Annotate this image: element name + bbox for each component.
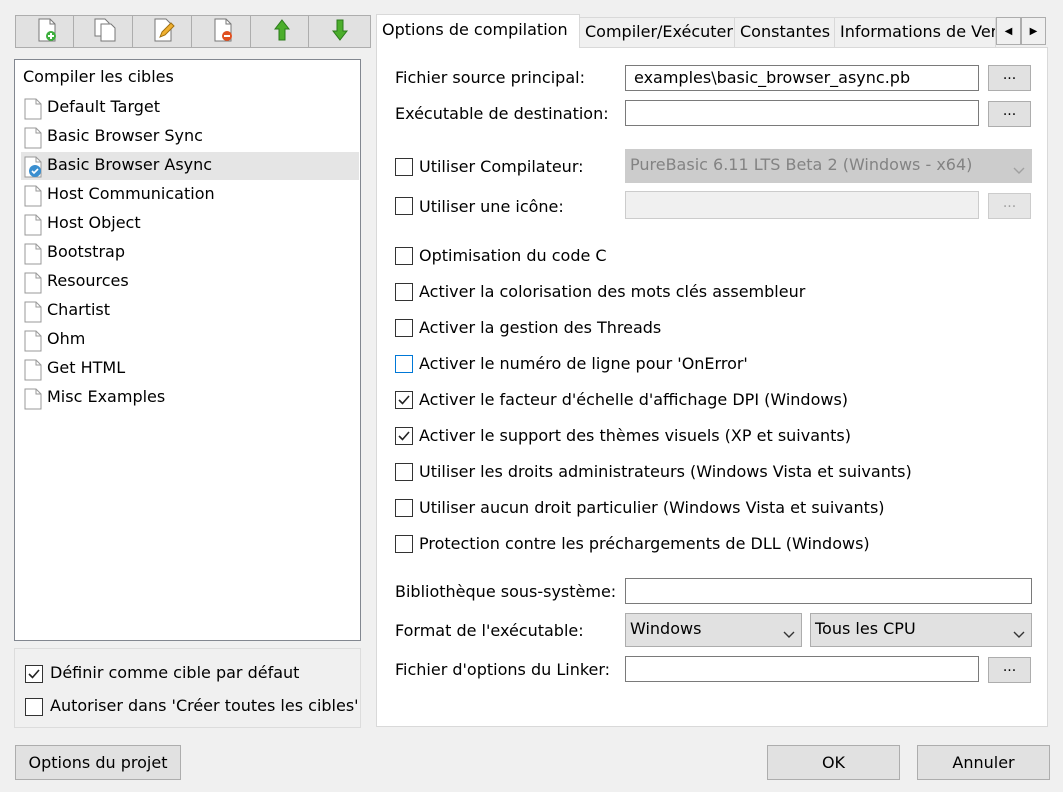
target-item-basic-browser-sync[interactable]: Basic Browser Sync bbox=[21, 123, 359, 151]
check-icon bbox=[398, 395, 410, 405]
move-down-icon bbox=[331, 18, 348, 46]
tab-compile-options[interactable]: Options de compilation bbox=[376, 14, 580, 48]
use-compiler-label: Utiliser Compilateur: bbox=[419, 157, 584, 176]
allow-build-all-label: Autoriser dans 'Créer toutes les cibles' bbox=[50, 696, 359, 715]
tab-version-info[interactable]: Informations de Version bbox=[834, 17, 996, 47]
target-item-resources[interactable]: Resources bbox=[21, 268, 359, 296]
option-user-mode-checkbox[interactable] bbox=[395, 499, 413, 517]
document-icon bbox=[24, 272, 42, 298]
arrow-right-icon: ▶ bbox=[1029, 25, 1038, 37]
arrow-left-icon: ◀ bbox=[1004, 25, 1013, 37]
check-icon bbox=[398, 431, 410, 441]
copy-target-button[interactable] bbox=[73, 15, 136, 48]
option-onerror-line-label: Activer le numéro de ligne pour 'OnError… bbox=[419, 354, 748, 373]
default-target-label: Définir comme cible par défaut bbox=[50, 663, 300, 682]
option-threads-checkbox[interactable] bbox=[395, 319, 413, 337]
source-file-input[interactable]: examples\basic_browser_async.pb bbox=[625, 65, 979, 91]
edit-target-icon bbox=[152, 18, 176, 46]
tab-compile-run[interactable]: Compiler/Exécuter bbox=[579, 17, 735, 47]
subsystem-input[interactable] bbox=[625, 578, 1032, 604]
option-dll-protection-checkbox[interactable] bbox=[395, 535, 413, 553]
default-target-checkbox[interactable] bbox=[25, 665, 43, 683]
tab-scroll-right-button[interactable]: ▶ bbox=[1021, 17, 1046, 45]
target-item-get-html[interactable]: Get HTML bbox=[21, 355, 359, 383]
move-up-button[interactable] bbox=[250, 15, 313, 48]
document-icon bbox=[24, 388, 42, 414]
chevron-down-icon bbox=[783, 624, 795, 643]
target-item-bootstrap[interactable]: Bootstrap bbox=[21, 239, 359, 267]
browse-icon-button[interactable]: ... bbox=[988, 193, 1031, 219]
document-icon bbox=[24, 359, 42, 385]
exe-format-select[interactable]: Windows bbox=[625, 613, 802, 647]
document-icon bbox=[24, 185, 42, 211]
target-item-misc-examples[interactable]: Misc Examples bbox=[21, 384, 359, 412]
target-item-basic-browser-async[interactable]: Basic Browser Async bbox=[21, 152, 359, 180]
tab-constants[interactable]: Constantes bbox=[734, 17, 835, 47]
option-dpi-aware-checkbox[interactable] bbox=[395, 391, 413, 409]
target-item-default-target[interactable]: Default Target bbox=[21, 94, 359, 122]
ok-button[interactable]: OK bbox=[767, 745, 900, 780]
new-target-icon bbox=[36, 18, 58, 46]
option-dpi-aware-label: Activer le facteur d'échelle d'affichage… bbox=[419, 390, 849, 409]
output-exe-label: Exécutable de destination: bbox=[395, 104, 609, 123]
option-onerror-line-checkbox[interactable] bbox=[395, 355, 413, 373]
chevron-down-icon bbox=[1013, 160, 1025, 179]
document-icon bbox=[24, 98, 42, 124]
source-file-label: Fichier source principal: bbox=[395, 68, 585, 87]
targets-list-title: Compiler les cibles bbox=[23, 67, 174, 86]
project-options-button[interactable]: Options du projet bbox=[15, 745, 181, 780]
document-icon bbox=[24, 330, 42, 356]
exe-format-label: Format de l'exécutable: bbox=[395, 621, 584, 640]
option-admin-mode-checkbox[interactable] bbox=[395, 463, 413, 481]
new-target-button[interactable] bbox=[15, 15, 78, 48]
option-xp-themes-label: Activer le support des thèmes visuels (X… bbox=[419, 426, 852, 445]
option-xp-themes-checkbox[interactable] bbox=[395, 427, 413, 445]
cancel-button[interactable]: Annuler bbox=[917, 745, 1050, 780]
option-dll-protection-label: Protection contre les préchargements de … bbox=[419, 534, 870, 553]
default-target-icon bbox=[24, 156, 44, 182]
edit-target-button[interactable] bbox=[132, 15, 195, 48]
option-admin-mode-label: Utiliser les droits administrateurs (Win… bbox=[419, 462, 912, 481]
target-item-host-object[interactable]: Host Object bbox=[21, 210, 359, 238]
target-item-ohm[interactable]: Ohm bbox=[21, 326, 359, 354]
move-down-button[interactable] bbox=[308, 15, 371, 48]
option-asm-colorize-checkbox[interactable] bbox=[395, 283, 413, 301]
remove-target-button[interactable] bbox=[191, 15, 254, 48]
copy-target-icon bbox=[93, 18, 117, 46]
option-threads-label: Activer la gestion des Threads bbox=[419, 318, 662, 337]
browse-linker-button[interactable]: ... bbox=[988, 657, 1031, 683]
linker-options-label: Fichier d'options du Linker: bbox=[395, 660, 611, 679]
target-options-group bbox=[14, 648, 361, 728]
browse-source-button[interactable]: ... bbox=[988, 65, 1031, 91]
compiler-select[interactable]: PureBasic 6.11 LTS Beta 2 (Windows - x64… bbox=[625, 149, 1032, 183]
allow-build-all-checkbox[interactable] bbox=[25, 698, 43, 716]
target-item-host-communication[interactable]: Host Communication bbox=[21, 181, 359, 209]
output-exe-input[interactable] bbox=[625, 100, 979, 126]
targets-list[interactable]: Compiler les cibles Default Target Basic… bbox=[14, 59, 361, 641]
use-compiler-checkbox[interactable] bbox=[395, 158, 413, 176]
move-up-icon bbox=[273, 18, 290, 46]
option-user-mode-label: Utiliser aucun droit particulier (Window… bbox=[419, 498, 885, 517]
cpu-select[interactable]: Tous les CPU bbox=[810, 613, 1032, 647]
option-c-optimizer-label: Optimisation du code C bbox=[419, 246, 607, 265]
icon-path-input[interactable] bbox=[625, 191, 979, 219]
subsystem-label: Bibliothèque sous-système: bbox=[395, 582, 617, 601]
target-item-chartist[interactable]: Chartist bbox=[21, 297, 359, 325]
linker-options-input[interactable] bbox=[625, 656, 979, 682]
document-icon bbox=[24, 127, 42, 153]
option-asm-colorize-label: Activer la colorisation des mots clés as… bbox=[419, 282, 806, 301]
remove-target-icon bbox=[212, 18, 234, 46]
use-icon-checkbox[interactable] bbox=[395, 197, 413, 215]
document-icon bbox=[24, 243, 42, 269]
check-icon bbox=[28, 669, 40, 679]
document-icon bbox=[24, 214, 42, 240]
browse-output-button[interactable]: ... bbox=[988, 101, 1031, 127]
option-c-optimizer-checkbox[interactable] bbox=[395, 247, 413, 265]
use-icon-label: Utiliser une icône: bbox=[419, 197, 564, 216]
document-icon bbox=[24, 301, 42, 327]
tab-scroll-left-button[interactable]: ◀ bbox=[996, 17, 1021, 45]
chevron-down-icon bbox=[1013, 624, 1025, 643]
